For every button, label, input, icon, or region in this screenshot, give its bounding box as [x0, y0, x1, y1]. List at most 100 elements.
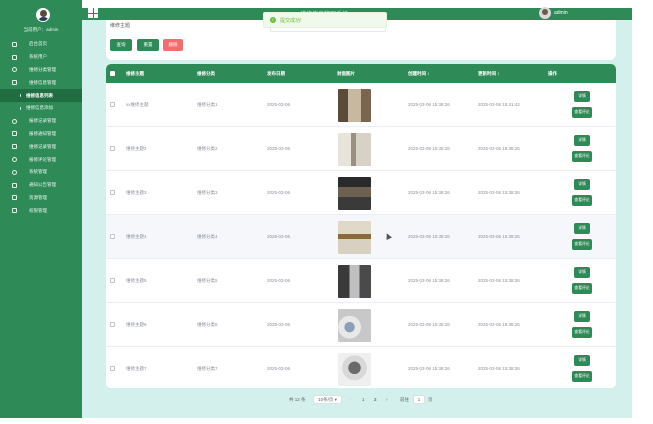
sidebar-item-label: 系统用户 [29, 54, 47, 60]
cell-title: 维修主题7 [126, 366, 147, 371]
check-circle-icon: ✓ [270, 17, 276, 23]
cover-image[interactable] [338, 265, 371, 298]
sidebar-menu: 后台首页系统用户维修分类管理 维修信息管理维修信息列表维修信息添加报修记录管理报修… [0, 38, 82, 217]
cell-title: 维修主题4 [126, 234, 147, 239]
next-page-icon[interactable]: › [386, 395, 388, 404]
row-checkbox[interactable] [110, 322, 115, 327]
view-comments-button[interactable]: 查看评论 [572, 195, 592, 206]
sidebar-item-label: 维修信息列表 [26, 92, 53, 98]
menu-toggle-icon[interactable] [88, 8, 98, 18]
goto-label: 前往 [400, 397, 409, 402]
view-comments-button[interactable]: 查看评论 [572, 151, 592, 162]
header-date: 发布日期 [267, 71, 285, 76]
toast-message: 提交成功! [280, 17, 302, 24]
cover-image[interactable] [338, 353, 371, 386]
detail-button[interactable]: 详情 [574, 311, 590, 322]
table-row[interactable]: 维修主题7 维修分类7 2025-03-06 2025-03-06 15:38:26 2… [106, 347, 616, 388]
chevron-down-icon: ▾ [334, 397, 337, 402]
reset-button[interactable]: 重置 [137, 39, 159, 51]
prev-page-icon[interactable]: ‹ [350, 395, 352, 404]
row-checkbox[interactable] [110, 366, 115, 371]
cell-title: 维修主题6 [126, 322, 147, 327]
cell-title: 维修主题2 [126, 146, 147, 151]
cell-updated: 2025-03-06 15:38:26 [478, 278, 520, 283]
sidebar-item-label: 维修记录管理 [29, 143, 56, 149]
query-button[interactable]: 查询 [110, 39, 132, 51]
sidebar-item-4[interactable]: 维修信息管理 [0, 76, 82, 89]
row-checkbox[interactable] [110, 234, 115, 239]
table-row[interactable]: 维修主题5 维修分类5 2025-03-06 2025-03-06 15:38:26 2… [106, 259, 616, 303]
sidebar-item-6[interactable]: 维修信息添加 [0, 102, 82, 115]
delete-button[interactable]: 删除 [163, 39, 183, 51]
user-avatar[interactable] [539, 7, 551, 19]
cell-category: 维修分类6 [197, 322, 218, 327]
cell-created: 2025-03-06 15:38:26 [408, 234, 450, 239]
sidebar-item-label: 资源管理 [29, 194, 47, 200]
detail-button[interactable]: 详情 [574, 355, 590, 366]
cover-image[interactable] [338, 309, 371, 342]
row-checkbox[interactable] [110, 102, 115, 107]
view-comments-button[interactable]: 查看评论 [572, 239, 592, 250]
view-comments-button[interactable]: 查看评论 [572, 283, 592, 294]
cover-image[interactable] [338, 89, 371, 122]
view-comments-button[interactable]: 查看评论 [572, 371, 592, 382]
sidebar-item-3[interactable]: 维修分类管理 [0, 64, 82, 77]
sidebar-item-10[interactable]: 报修评论管理 [0, 153, 82, 166]
sidebar-item-13[interactable]: 资源管理 [0, 192, 82, 205]
header-category: 维修分类 [197, 71, 215, 76]
sidebar-item-1[interactable]: 后台首页 [0, 38, 82, 51]
sidebar-item-14[interactable]: 权限管理 [0, 204, 82, 217]
view-comments-button[interactable]: 查看评论 [572, 327, 592, 338]
current-user-label: 当前用户：admin [23, 27, 59, 32]
sidebar-item-8[interactable]: 报修通知管理 [0, 128, 82, 141]
detail-button[interactable]: 详情 [574, 267, 590, 278]
detail-button[interactable]: 详情 [574, 91, 590, 102]
cell-created: 2025-03-06 15:38:26 [408, 190, 450, 195]
page-2[interactable]: 2 [374, 395, 377, 404]
data-table: 维修主题 维修分类 发布日期 封面图片 创建时间 ↕ 更新时间 ↕ 操作 xx维… [106, 64, 616, 388]
row-checkbox[interactable] [110, 146, 115, 151]
detail-button[interactable]: 详情 [574, 223, 590, 234]
page-1[interactable]: 1 [362, 395, 365, 404]
detail-button[interactable]: 详情 [574, 135, 590, 146]
cover-image[interactable] [338, 133, 371, 166]
sidebar-item-9[interactable]: 维修记录管理 [0, 140, 82, 153]
right-margin [632, 0, 653, 424]
table-row[interactable]: xx维修主题 维修分类1 2025-03-06 2025-03-06 15:38:26… [106, 83, 616, 127]
cell-category: 维修分类2 [197, 146, 218, 151]
cell-date: 2025-03-06 [267, 190, 291, 195]
sidebar-item-12[interactable]: 通知公告管理 [0, 179, 82, 192]
sidebar-item-label: 报修记录管理 [29, 118, 56, 124]
view-comments-button[interactable]: 查看评论 [572, 107, 592, 118]
cell-title: 维修主题3 [126, 190, 147, 195]
row-checkbox[interactable] [110, 190, 115, 195]
cell-date: 2025-03-06 [267, 278, 291, 283]
detail-button[interactable]: 详情 [574, 179, 590, 190]
table-row[interactable]: 维修主题3 维修分类3 2025-03-06 2025-03-06 15:38:26 2… [106, 171, 616, 215]
sidebar-item-label: 系统管理 [29, 169, 47, 175]
page-size-select[interactable]: 10条/页 ▾ [313, 395, 342, 404]
table-row[interactable]: 维修主题4 维修分类4 2025-03-06 2025-03-06 15:38:26 2… [106, 215, 616, 259]
sidebar-item-12-icon [12, 182, 17, 188]
page-size-value: 10条/页 [318, 397, 334, 402]
row-checkbox[interactable] [110, 278, 115, 283]
top-username[interactable]: admin [554, 10, 568, 16]
table-row[interactable]: 维修主题6 维修分类6 2025-03-06 2025-03-06 15:38:26 2… [106, 303, 616, 347]
sidebar-item-13-icon [12, 195, 17, 201]
select-all-checkbox[interactable] [110, 71, 115, 76]
header-updated[interactable]: 更新时间 ↕ [478, 64, 500, 83]
sidebar-item-2[interactable]: 系统用户 [0, 51, 82, 64]
table-row[interactable]: 维修主题2 维修分类2 2025-03-06 2025-03-06 15:38:26 2… [106, 127, 616, 171]
sidebar-item-7[interactable]: 报修记录管理 [0, 115, 82, 128]
cell-updated: 2025-03-06 15:38:26 [478, 322, 520, 327]
cell-updated: 2025-03-06 15:38:26 [478, 366, 520, 371]
sidebar-item-11[interactable]: 系统管理 [0, 166, 82, 179]
header-created[interactable]: 创建时间 ↕ [408, 64, 430, 83]
sidebar-item-10-icon [12, 157, 17, 163]
cover-image[interactable] [338, 177, 371, 210]
goto-input[interactable]: 1 [413, 395, 425, 404]
cell-created: 2025-03-06 15:38:26 [408, 278, 450, 283]
sidebar-item-5[interactable]: 维修信息列表 [0, 89, 82, 102]
cell-created: 2025-03-06 15:38:26 [408, 366, 450, 371]
cover-image[interactable] [338, 221, 371, 254]
